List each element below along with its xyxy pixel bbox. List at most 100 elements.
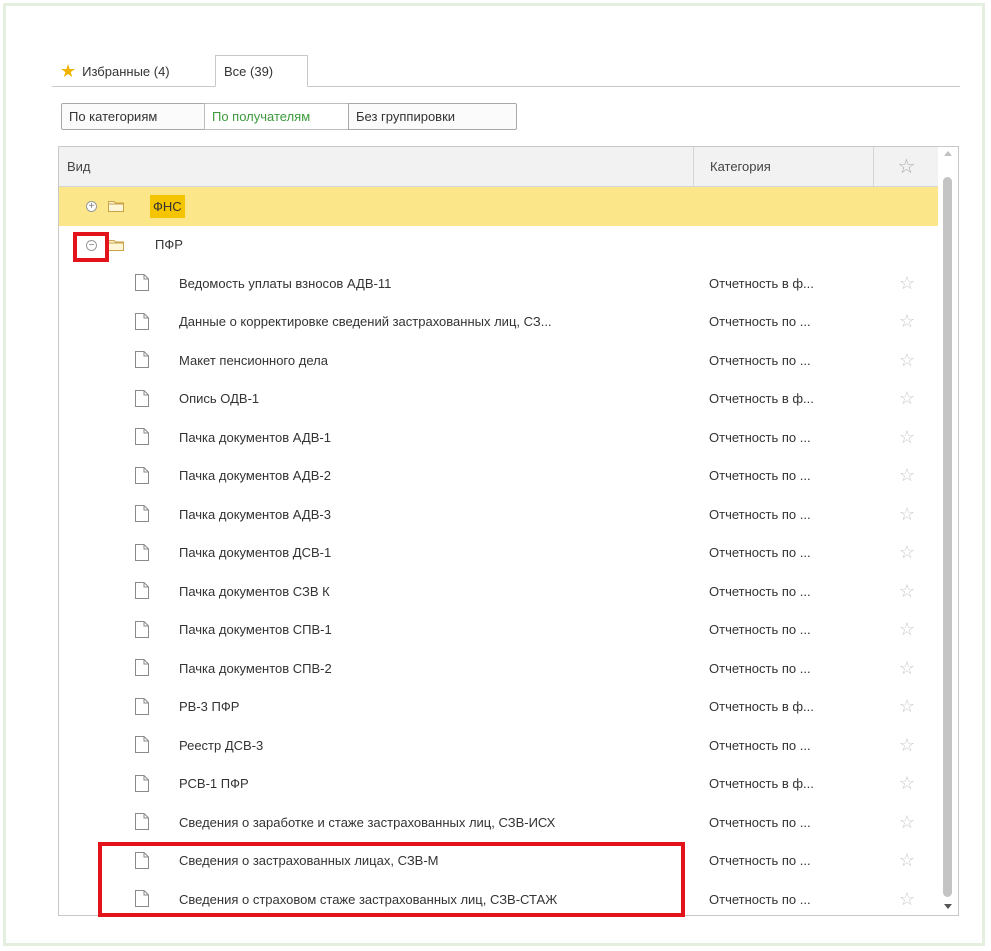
row-category: Отчетность по ...	[709, 352, 811, 368]
row-category: Отчетность по ...	[709, 891, 811, 907]
document-icon	[135, 659, 149, 676]
no-grouping-button[interactable]: Без группировки	[348, 103, 517, 130]
favorite-star-icon[interactable]: ☆	[879, 495, 935, 534]
expand-icon[interactable]: +	[86, 201, 97, 212]
row-category: Отчетность по ...	[709, 545, 811, 561]
row-name: Пачка документов АДВ-3	[179, 506, 331, 522]
reports-table: Вид Категория ☆ + ФНС − ПФР Ведомость уп…	[58, 146, 959, 916]
row-category: Отчетность в ф...	[709, 391, 814, 407]
document-icon	[135, 582, 149, 599]
table-row[interactable]: Данные о корректировке сведений застрахо…	[59, 303, 938, 342]
vertical-scrollbar[interactable]	[938, 147, 958, 915]
group-by-recipient-button[interactable]: По получателям	[204, 103, 349, 130]
tab-favorites-label: Избранные (4)	[82, 63, 170, 79]
row-category: Отчетность в ф...	[709, 776, 814, 792]
scroll-up-arrow-icon[interactable]	[944, 151, 952, 156]
favorite-star-icon[interactable]: ☆	[879, 380, 935, 419]
table-row[interactable]: Пачка документов АДВ-1 Отчетность по ... ☆	[59, 418, 938, 457]
scroll-thumb[interactable]	[943, 177, 952, 897]
favorite-star-icon[interactable]: ☆	[879, 842, 935, 881]
row-name: Пачка документов АДВ-2	[179, 468, 331, 484]
table-row[interactable]: РСВ-1 ПФР Отчетность в ф... ☆	[59, 765, 938, 804]
document-icon	[135, 351, 149, 368]
folder-icon	[108, 239, 124, 251]
star-outline-icon: ☆	[897, 156, 916, 178]
row-name: Пачка документов СПВ-2	[179, 660, 332, 676]
favorite-star-icon[interactable]: ☆	[879, 726, 935, 765]
favorite-star-icon[interactable]: ☆	[879, 572, 935, 611]
star-icon: ★	[60, 61, 77, 81]
favorite-star-icon[interactable]: ☆	[879, 880, 935, 915]
table-row[interactable]: Сведения о застрахованных лицах, СЗВ-М От…	[59, 842, 938, 881]
tab-all[interactable]: Все (39)	[215, 55, 308, 87]
row-name: Сведения о застрахованных лицах, СЗВ-М	[179, 853, 439, 869]
document-icon	[135, 543, 149, 561]
table-row[interactable]: Опись ОДВ-1 Отчетность в ф... ☆	[59, 380, 938, 419]
table-header: Вид Категория ☆	[59, 147, 938, 187]
group-row-fns[interactable]: + ФНС	[59, 187, 938, 226]
favorite-star-icon[interactable]: ☆	[879, 303, 935, 342]
row-name: Опись ОДВ-1	[179, 391, 260, 407]
table-row[interactable]: Макет пенсионного дела Отчетность по ... ☆	[59, 341, 938, 380]
group-row-pfr[interactable]: − ПФР	[59, 226, 938, 265]
column-header-favorite[interactable]: ☆	[873, 147, 939, 186]
document-icon	[135, 312, 149, 330]
row-name: Ведомость уплаты взносов АДВ-11	[179, 275, 392, 291]
row-name: Сведения о страховом стаже застрахованны…	[179, 891, 558, 907]
table-row[interactable]: Пачка документов АДВ-3 Отчетность по ... ☆	[59, 495, 938, 534]
document-icon	[135, 620, 149, 638]
row-name: Данные о корректировке сведений застрахо…	[179, 314, 552, 330]
table-row[interactable]: Пачка документов СПВ-1 Отчетность по ... ☆	[59, 611, 938, 650]
table-row[interactable]: Пачка документов СЗВ К Отчетность по ... ☆	[59, 572, 938, 611]
group-name: ПФР	[155, 237, 183, 253]
table-row[interactable]: Пачка документов АДВ-2 Отчетность по ... ☆	[59, 457, 938, 496]
row-category: Отчетность по ...	[709, 468, 811, 484]
row-name: Сведения о заработке и стаже застрахован…	[179, 814, 556, 830]
row-name: Реестр ДСВ-3	[179, 737, 264, 753]
table-row[interactable]: РВ-3 ПФР Отчетность в ф... ☆	[59, 688, 938, 727]
favorite-star-icon[interactable]: ☆	[879, 418, 935, 457]
row-category: Отчетность по ...	[709, 583, 811, 599]
favorite-star-icon[interactable]: ☆	[879, 803, 935, 842]
document-icon	[135, 736, 149, 753]
row-name: Пачка документов СЗВ К	[179, 583, 330, 599]
row-category: Отчетность по ...	[709, 737, 811, 753]
row-category: Отчетность по ...	[709, 429, 811, 445]
group-name: ФНС	[150, 194, 185, 218]
favorite-star-icon[interactable]: ☆	[879, 457, 935, 496]
tab-favorites[interactable]: ★ Избранные (4)	[52, 55, 210, 87]
table-row[interactable]: Реестр ДСВ-3 Отчетность по ... ☆	[59, 726, 938, 765]
document-icon	[135, 890, 149, 907]
favorite-star-icon[interactable]: ☆	[879, 264, 935, 303]
document-icon	[135, 466, 149, 484]
group-by-category-button[interactable]: По категориям	[61, 103, 205, 130]
table-row[interactable]: Ведомость уплаты взносов АДВ-11 Отчетност…	[59, 264, 938, 303]
favorite-star-icon[interactable]: ☆	[879, 611, 935, 650]
favorite-star-icon[interactable]: ☆	[879, 534, 935, 573]
table-row[interactable]: Пачка документов ДСВ-1 Отчетность по ... ☆	[59, 534, 938, 573]
table-row[interactable]: Пачка документов СПВ-2 Отчетность по ... ☆	[59, 649, 938, 688]
row-category: Отчетность в ф...	[709, 699, 814, 715]
document-icon	[135, 774, 149, 792]
favorite-star-icon[interactable]: ☆	[879, 688, 935, 727]
row-name: РСВ-1 ПФР	[179, 776, 249, 792]
table-row[interactable]: Сведения о страховом стаже застрахованны…	[59, 880, 938, 915]
scroll-down-arrow-icon[interactable]	[944, 904, 952, 909]
row-category: Отчетность по ...	[709, 814, 811, 830]
table-row[interactable]: Сведения о заработке и стаже застрахован…	[59, 803, 938, 842]
row-name: Пачка документов ДСВ-1	[179, 545, 332, 561]
document-icon	[135, 428, 149, 445]
collapse-icon[interactable]: −	[86, 239, 97, 251]
favorite-star-icon[interactable]: ☆	[879, 649, 935, 688]
row-category: Отчетность по ...	[709, 660, 811, 676]
row-name: Макет пенсионного дела	[179, 352, 328, 368]
document-icon	[135, 813, 149, 830]
column-header-category[interactable]: Категория	[693, 147, 890, 186]
favorite-star-icon[interactable]: ☆	[879, 341, 935, 380]
favorite-star-icon[interactable]: ☆	[879, 765, 935, 804]
row-category: Отчетность по ...	[709, 506, 811, 522]
column-header-vid[interactable]: Вид	[67, 147, 687, 186]
document-icon	[135, 505, 149, 522]
tab-bar: ★ Избранные (4) Все (39)	[52, 55, 960, 87]
row-category: Отчетность по ...	[709, 314, 811, 330]
